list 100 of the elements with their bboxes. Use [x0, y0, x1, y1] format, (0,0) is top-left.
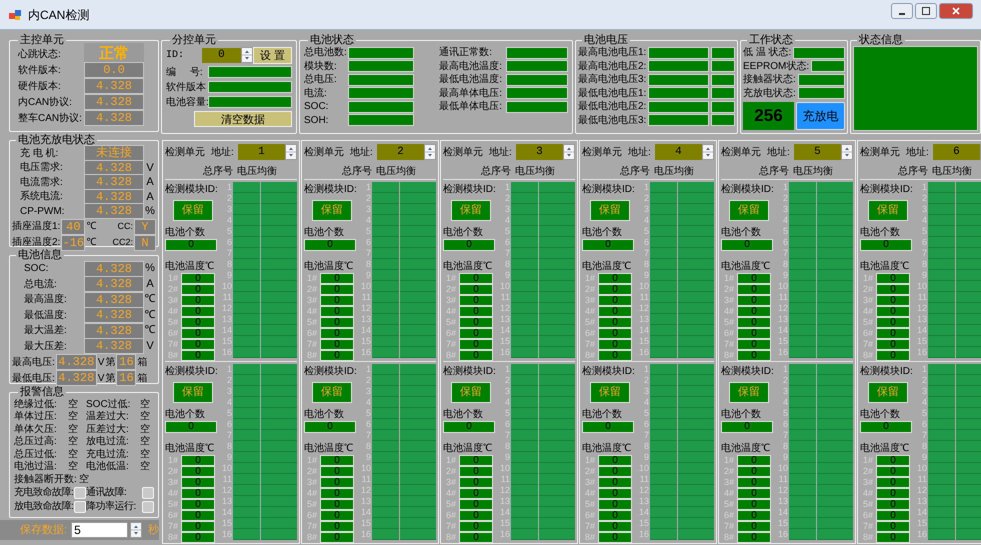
reserve-button[interactable]: 保留	[868, 200, 908, 221]
field-label: 电池温度℃	[721, 260, 771, 273]
field-label: 电池个数	[304, 226, 345, 239]
reserve-button[interactable]: 保留	[590, 382, 630, 403]
field-label: SOH:	[304, 114, 330, 128]
set-button[interactable]: 设 置	[252, 46, 292, 64]
value-field: -16	[61, 234, 86, 250]
value-field: 4.328	[84, 203, 144, 220]
field-label: 电池温度℃	[165, 260, 215, 273]
value-field: 4.328	[84, 276, 144, 292]
field-label: 软件版本:	[17, 64, 61, 78]
temp-display: 0	[320, 350, 354, 361]
field-label: 充放电状态:	[743, 86, 796, 101]
field-label: 最大压差:	[23, 340, 67, 354]
temp-display: 0	[737, 455, 771, 466]
temp-display: 0	[459, 317, 493, 328]
temp-display: 0	[459, 295, 493, 306]
value-field: 4.328	[84, 260, 144, 276]
alarm-label: 充电致命故障:	[14, 486, 74, 500]
count-display: 0	[721, 421, 773, 433]
column-header: 电压均衡	[654, 164, 694, 178]
unit-label: V	[145, 338, 155, 354]
field-label: 电流需求:	[19, 176, 63, 190]
temp-display: 0	[181, 466, 215, 477]
address-field[interactable]: 4	[654, 144, 702, 160]
field-label: 电池温度℃	[582, 442, 632, 455]
value-field: 16	[116, 370, 136, 386]
alarm-label: 电池过温:	[14, 460, 57, 474]
unit-label: 秒	[148, 522, 159, 538]
field-label: CC:	[118, 220, 133, 233]
value-field: N	[134, 234, 156, 250]
value-field: 40	[61, 218, 86, 234]
unit-label: 检测单元	[721, 146, 761, 160]
alarm-value: 空	[68, 460, 78, 474]
field-label: 整车CAN协议:	[17, 112, 82, 126]
value-field: 0.0	[84, 62, 144, 78]
unit-label: A	[145, 190, 155, 204]
address-field[interactable]: 5	[794, 144, 841, 160]
temp-display: 0	[876, 488, 910, 499]
address-field[interactable]: 3	[516, 144, 563, 160]
value-field: 16	[116, 354, 136, 370]
reserve-button[interactable]: 保留	[451, 382, 491, 403]
temp-display: 0	[737, 284, 771, 295]
temp-display: 0	[876, 477, 910, 488]
field-label: 最高温度:	[23, 292, 67, 307]
alarm-value: 空	[140, 410, 150, 424]
module-id-label: 检测模块ID:	[304, 364, 358, 378]
group-title: 电池状态	[309, 34, 355, 46]
field-label: 最高电池电压1:	[578, 46, 646, 60]
temp-display: 0	[459, 273, 493, 284]
temp-display: 0	[598, 317, 632, 328]
count-display: 0	[860, 421, 912, 433]
address-field[interactable]: 6	[932, 144, 980, 160]
temp-display: 0	[876, 295, 910, 306]
temp-display: 0	[459, 350, 493, 361]
module-id-label: 检测模块ID:	[443, 182, 497, 196]
temp-display: 0	[737, 317, 771, 328]
reserve-button[interactable]: 保留	[451, 200, 491, 221]
temp-display: 0	[598, 499, 632, 510]
reserve-button[interactable]: 保留	[729, 200, 769, 221]
unit-label: ℃	[86, 236, 96, 250]
count-display: 0	[304, 239, 356, 251]
id-field[interactable]: 0	[202, 48, 241, 62]
temp-display: 0	[737, 521, 771, 532]
field-label: 电池个数	[165, 226, 206, 239]
field-label: 电池个数	[721, 226, 762, 239]
save-interval-field[interactable]: 5	[71, 522, 128, 538]
reserve-button[interactable]: 保留	[312, 200, 352, 221]
temp-display: 0	[181, 510, 215, 521]
reserve-button[interactable]: 保留	[868, 382, 908, 403]
reserve-button[interactable]: 保留	[590, 200, 630, 221]
group-title: 电池充放电状态	[17, 134, 96, 146]
clear-data-button[interactable]: 清空数据	[194, 111, 292, 127]
reserve-button[interactable]: 保留	[173, 200, 213, 221]
column-header: 电压均衡	[793, 164, 833, 178]
reserve-button[interactable]: 保留	[312, 382, 352, 403]
reserve-button[interactable]: 保留	[729, 382, 769, 403]
alarm-label: 放电过流:	[86, 434, 129, 448]
reserve-button[interactable]: 保留	[173, 382, 213, 403]
field-label: 电池温度℃	[304, 442, 354, 455]
field-label: 电池个数	[443, 226, 484, 239]
group-title: 报警信息	[19, 386, 65, 398]
address-field[interactable]: 2	[376, 144, 424, 160]
alarm-label: 温差过大:	[86, 410, 129, 424]
temp-display: 0	[737, 295, 771, 306]
field-label: 最低电池电压3:	[578, 114, 646, 128]
charge-discharge-button[interactable]: 充放电	[796, 102, 845, 130]
field-label: 系统电流:	[19, 190, 63, 204]
unit-label: V	[98, 356, 104, 370]
temp-display: 0	[320, 328, 354, 339]
temp-display: 0	[459, 306, 493, 317]
address-field[interactable]: 1	[238, 144, 285, 160]
field-label: EEPROM状态:	[743, 60, 810, 74]
temp-display: 0	[459, 339, 493, 350]
field-label: 最低电池电压2:	[578, 100, 646, 114]
temp-display: 0	[598, 532, 632, 543]
count-display: 0	[443, 421, 495, 433]
temp-display: 0	[737, 532, 771, 543]
group-title: 工作状态	[748, 34, 794, 46]
field-label: 总电流:	[23, 278, 57, 292]
